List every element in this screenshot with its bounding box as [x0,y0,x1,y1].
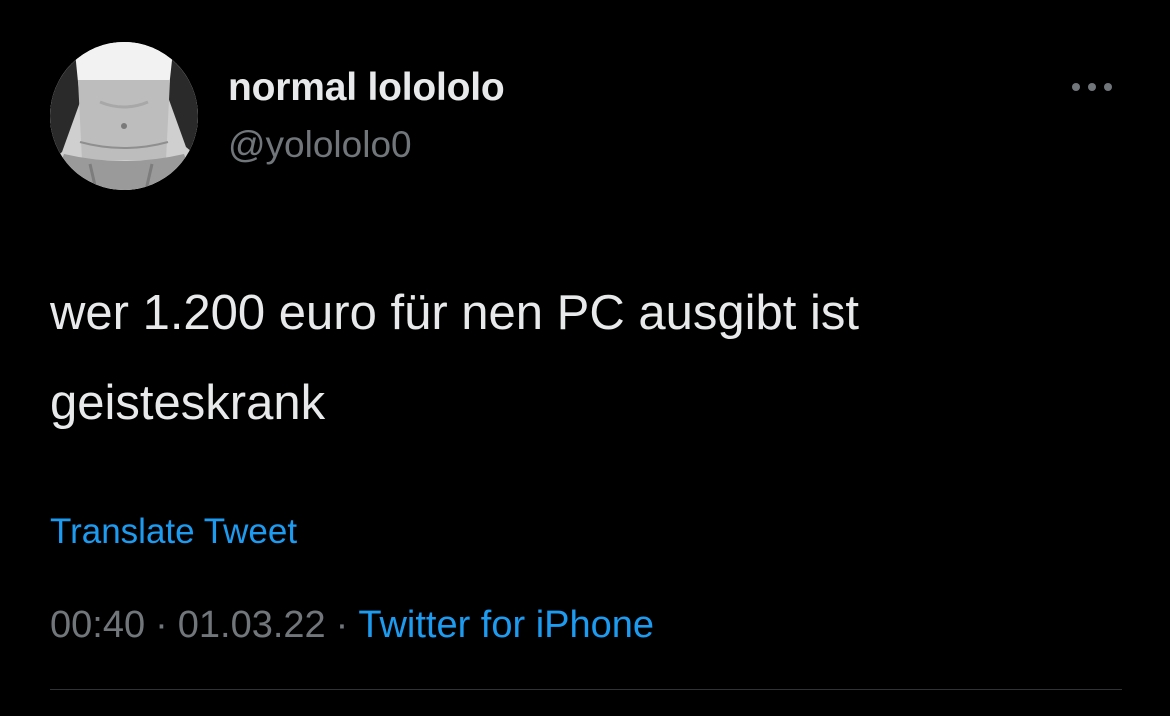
meta-separator: · [155,604,168,646]
meta-separator: · [335,604,349,646]
tweet-text: wer 1.200 euro für nen PC ausgibt ist ge… [50,286,859,430]
tweet-detail: normal lolololo @yolololo0 wer 1.200 eur… [0,0,1170,716]
tweet-date[interactable]: 01.03.22 [178,604,326,646]
more-options-button[interactable] [1068,74,1118,100]
translate-tweet-link[interactable]: Translate Tweet [50,512,297,552]
more-horizontal-icon [1072,83,1112,91]
tweet-time[interactable]: 00:40 [50,604,145,646]
tweet-metadata: 00:40 · 01.03.22 · Twitter for iPhone [50,604,654,647]
avatar-photo [50,42,198,190]
avatar[interactable] [50,42,198,190]
divider [50,689,1122,690]
tweet-source-link[interactable]: Twitter for iPhone [358,604,654,646]
user-handle[interactable]: @yolololo0 [228,124,412,166]
display-name[interactable]: normal lolololo [228,66,505,110]
